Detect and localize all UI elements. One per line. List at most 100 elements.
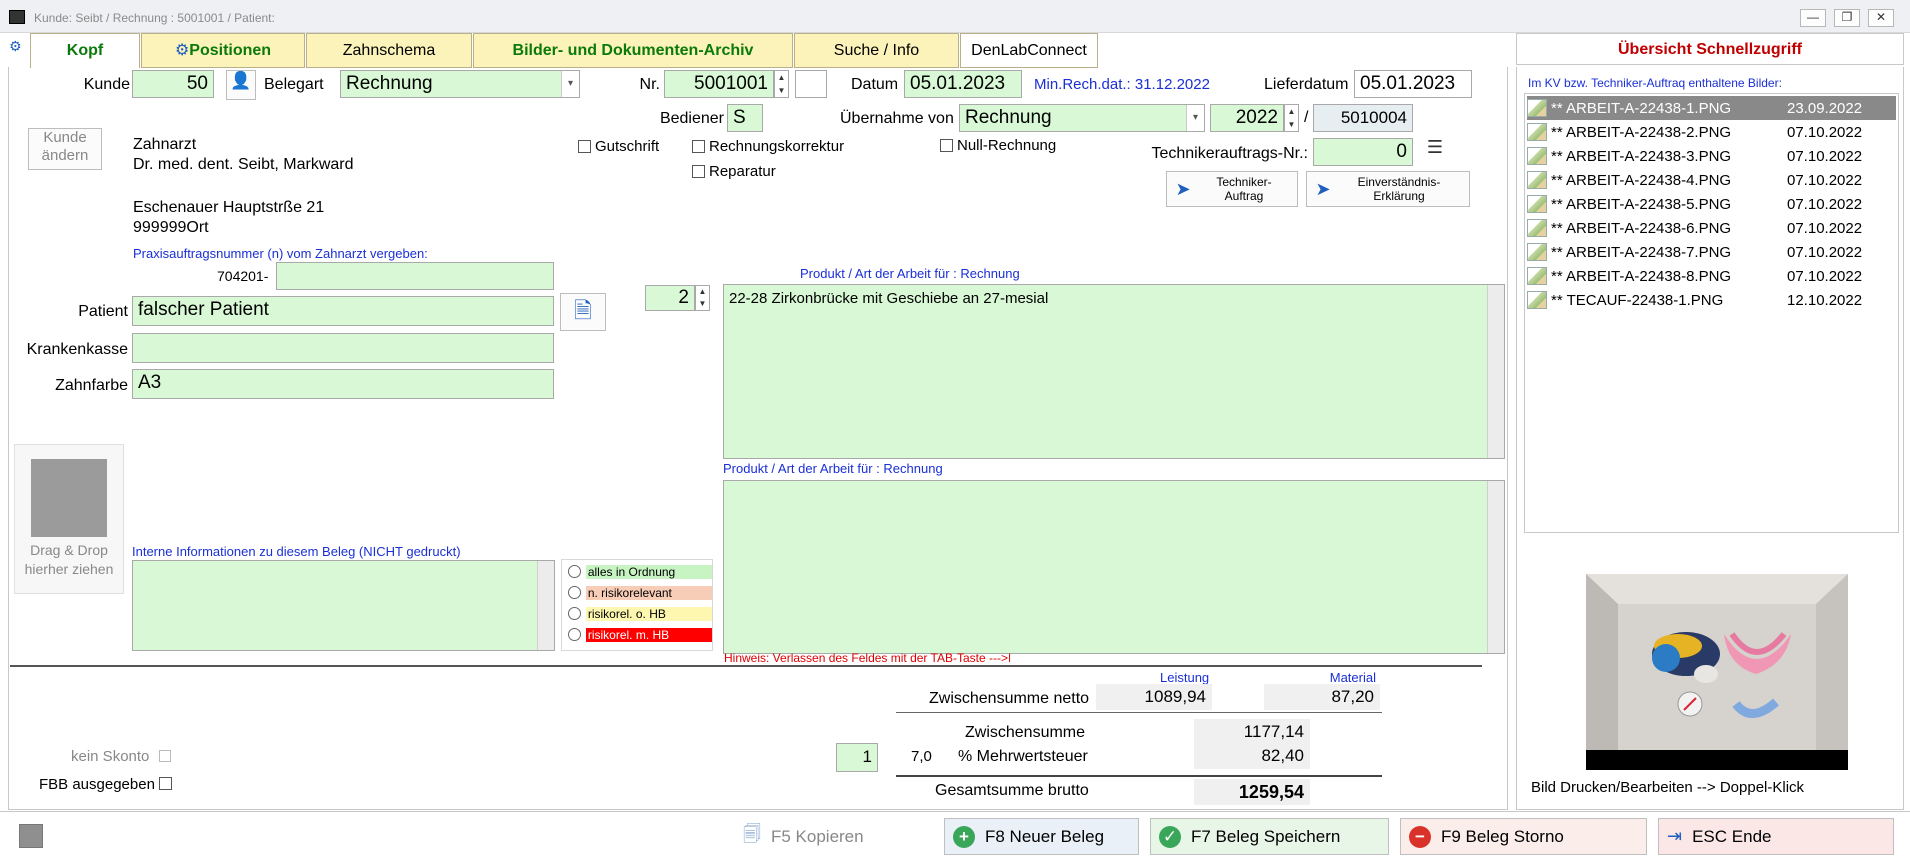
close-button[interactable]: ✕ <box>1868 9 1894 27</box>
checkbox-box <box>578 140 591 153</box>
neuer-beleg-label: F8 Neuer Beleg <box>985 826 1105 846</box>
uebernahme-select[interactable]: Rechnung ▾ <box>959 104 1205 132</box>
list-item[interactable]: ** TECAUF-22438-1.PNG 12.10.2022 <box>1527 288 1898 312</box>
list-item[interactable]: ** ARBEIT-A-22438-3.PNG 07.10.2022 <box>1527 144 1898 168</box>
list-item[interactable]: ** ARBEIT-A-22438-2.PNG 07.10.2022 <box>1527 120 1898 144</box>
storno-label: F9 Beleg Storno <box>1441 826 1564 846</box>
leistung-label: Leistung <box>1160 670 1210 685</box>
uebernahme-year[interactable]: 2022 <box>1210 104 1284 132</box>
list-item-name: ** ARBEIT-A-22438-4.PNG <box>1551 171 1732 189</box>
lieferdatum-field[interactable]: 05.01.2023 <box>1354 70 1472 98</box>
risk-group: alles in Ordnung n. risikorelevant risik… <box>561 559 713 651</box>
image-preview[interactable] <box>1586 574 1848 770</box>
customer-line4: 999999Ort <box>133 219 209 236</box>
nr-stepper[interactable]: ▲ ▼ <box>774 70 789 98</box>
product-text-2[interactable] <box>723 480 1505 654</box>
list-item-date: 07.10.2022 <box>1787 267 1863 285</box>
image-list[interactable]: ** ARBEIT-A-22438-1.PNG 23.09.2022 ** ARB… <box>1524 93 1899 533</box>
rechnungskorrektur-checkbox[interactable]: Rechnungskorrektur <box>692 138 844 155</box>
risk-m-hb[interactable]: risikorel. m. HB <box>568 624 712 645</box>
intern-label: Interne Informationen zu diesem Beleg (N… <box>132 544 461 559</box>
tab-bilder-archiv[interactable]: Bilder- und Dokumenten-Archiv <box>473 33 793 68</box>
list-item-date: 07.10.2022 <box>1787 219 1863 237</box>
datum-field[interactable]: 05.01.2023 <box>904 70 1022 98</box>
kunde-search-button[interactable]: 👤 <box>226 70 256 100</box>
fbb-label: FBB ausgegeben <box>39 776 155 793</box>
patient-doc-button[interactable]: 🗎 <box>560 293 606 331</box>
techniker-nr-field[interactable]: 0 <box>1313 138 1413 166</box>
kein-skonto-checkbox[interactable] <box>159 750 171 762</box>
product-text-1[interactable]: 22-28 Zirkonbrücke mit Geschiebe an 27-m… <box>723 284 1505 459</box>
quick-panel-header: Übersicht Schnellzugriff <box>1516 33 1904 65</box>
kopieren-button[interactable]: 🗐 F5 Kopieren <box>735 818 935 855</box>
checkbox-box <box>692 165 705 178</box>
krankenkasse-field[interactable] <box>132 333 554 363</box>
praxis-prefix: 704201- <box>217 268 269 284</box>
nr-field[interactable]: 5001001 <box>664 70 774 98</box>
minimize-button[interactable]: — <box>1800 9 1826 27</box>
patient-field[interactable]: falscher Patient <box>132 296 554 326</box>
customer-line2: Dr. med. dent. Seibt, Markward <box>133 156 354 173</box>
datum-label: Datum <box>851 76 899 93</box>
mwst-code-field[interactable]: 1 <box>836 743 878 772</box>
kunde-aendern-button[interactable]: Kunde ändern <box>28 128 102 170</box>
drag-drop-zone[interactable]: Drag & Drop hierher ziehen <box>14 444 124 594</box>
einverstaendnis-button[interactable]: ➤ Einverständnis-Erklärung <box>1306 171 1470 207</box>
reparatur-checkbox[interactable]: Reparatur <box>692 163 776 180</box>
einverstaendnis-label: Einverständnis-Erklärung <box>1357 175 1441 203</box>
list-item[interactable]: ** ARBEIT-A-22438-6.PNG 07.10.2022 <box>1527 216 1898 240</box>
fbb-checkbox[interactable] <box>159 777 172 790</box>
belegart-select[interactable]: Rechnung ▾ <box>340 70 580 98</box>
list-item[interactable]: ** ARBEIT-A-22438-1.PNG 23.09.2022 <box>1527 96 1896 120</box>
arrow-in-icon: ➤ <box>1175 178 1191 199</box>
scrollbar[interactable] <box>1487 285 1504 458</box>
list-item[interactable]: ** ARBEIT-A-22438-7.PNG 07.10.2022 <box>1527 240 1898 264</box>
patient-label: Patient <box>78 303 128 320</box>
product-hint: Hinweis: Verlassen des Feldes mit der TA… <box>724 651 1012 662</box>
storno-button[interactable]: − F9 Beleg Storno <box>1400 818 1647 855</box>
risk-n-relevant[interactable]: n. risikorelevant <box>568 582 712 603</box>
ende-button[interactable]: ⇥ ESC Ende <box>1658 818 1894 855</box>
tab-kopf[interactable]: Kopf <box>30 33 140 68</box>
image-placeholder-icon <box>31 459 107 537</box>
image-file-icon <box>1527 147 1547 165</box>
image-file-icon <box>1527 291 1547 309</box>
tab-positionen[interactable]: ⚙Positionen <box>141 33 305 68</box>
scrollbar[interactable] <box>1487 481 1504 653</box>
krankenkasse-label: Krankenkasse <box>26 341 128 358</box>
praxis-field[interactable] <box>276 262 554 290</box>
image-file-icon <box>1527 267 1547 285</box>
product-count-field[interactable]: 2 <box>645 285 695 311</box>
risk-ok[interactable]: alles in Ordnung <box>568 561 712 582</box>
list-item[interactable]: ** ARBEIT-A-22438-8.PNG 07.10.2022 <box>1527 264 1898 288</box>
list-item[interactable]: ** ARBEIT-A-22438-5.PNG 07.10.2022 <box>1527 192 1898 216</box>
intern-field[interactable] <box>132 560 555 651</box>
list-item[interactable]: ** ARBEIT-A-22438-4.PNG 07.10.2022 <box>1527 168 1898 192</box>
speichern-button[interactable]: ✓ F7 Beleg Speichern <box>1150 818 1389 855</box>
zahnfarbe-field[interactable]: A3 <box>132 369 554 399</box>
scrollbar[interactable] <box>537 561 554 650</box>
risk-o-hb[interactable]: risikorel. o. HB <box>568 603 712 624</box>
techniker-list-button[interactable]: ☰ <box>1420 137 1450 167</box>
gutschrift-checkbox[interactable]: Gutschrift <box>578 138 659 155</box>
plus-icon: + <box>953 825 975 848</box>
list-item-date: 12.10.2022 <box>1787 291 1863 309</box>
techniker-auftrag-button[interactable]: ➤ Techniker-Auftrag <box>1166 171 1298 207</box>
risk-ok-label: alles in Ordnung <box>585 564 712 579</box>
tab-denlabconnect[interactable]: DenLabConnect <box>960 33 1098 68</box>
product-count-stepper[interactable]: ▲ ▼ <box>695 285 710 311</box>
restore-button[interactable]: ❐ <box>1834 9 1860 27</box>
uebernahme-value: Rechnung <box>965 107 1052 128</box>
tab-suche-info[interactable]: Suche / Info <box>794 33 959 68</box>
nr-suffix-field[interactable] <box>795 70 827 98</box>
kunde-field[interactable]: 50 <box>132 70 214 98</box>
neuer-beleg-button[interactable]: + F8 Neuer Beleg <box>944 818 1139 855</box>
bediener-field[interactable]: S <box>727 104 763 132</box>
null-rechnung-checkbox[interactable]: Null-Rechnung <box>940 137 1056 154</box>
customer-line1: Zahnarzt <box>133 136 197 153</box>
tab-icon-kopf: ⚙ <box>9 38 22 54</box>
techniker-nr-label: Technikerauftrags-Nr.: <box>1151 145 1308 162</box>
year-stepper[interactable]: ▲ ▼ <box>1284 104 1299 132</box>
tab-zahnschema[interactable]: Zahnschema <box>306 33 472 68</box>
uebernahme-nr[interactable]: 5010004 <box>1313 104 1413 132</box>
